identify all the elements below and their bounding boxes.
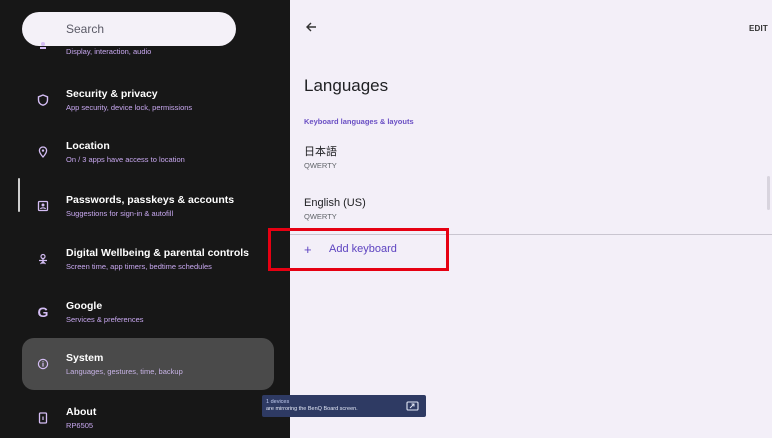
sidebar-item-subtitle: Services & preferences — [66, 314, 144, 324]
settings-sidebar: Search Display, interaction, audio Secur… — [0, 0, 290, 438]
sidebar-item-display-sub: Display, interaction, audio — [66, 47, 152, 56]
sidebar-item-subtitle: On / 3 apps have access to location — [66, 154, 185, 164]
keyboard-name: English (US) — [304, 197, 366, 209]
sidebar-item-subtitle: RP6505 — [66, 420, 94, 430]
wellbeing-icon — [33, 253, 53, 265]
toast-message: are mirroring the BenQ Board screen. — [266, 406, 358, 412]
sidebar-item-title: Passwords, passkeys & accounts — [66, 193, 235, 206]
sidebar-scrollbar[interactable] — [18, 178, 20, 212]
keyboard-layout: QWERTY — [304, 212, 337, 221]
keyboard-item-english-us[interactable]: English (US) QWERTY — [304, 196, 366, 221]
sidebar-item-digital-wellbeing[interactable]: Digital Wellbeing & parental controls Sc… — [22, 233, 274, 285]
sidebar-item-subtitle: Screen time, app timers, bedtime schedul… — [66, 261, 212, 271]
sidebar-item-title: Location — [66, 139, 110, 152]
keyboard-layout: QWERTY — [304, 161, 337, 170]
account-box-icon — [33, 200, 53, 212]
edit-button[interactable]: EDIT — [749, 24, 768, 33]
sidebar-item-title: Google — [66, 299, 103, 312]
languages-panel: EDIT Languages Keyboard languages & layo… — [290, 0, 772, 438]
shield-icon — [33, 94, 53, 106]
mirroring-toast: 1 devices are mirroring the BenQ Board s… — [262, 395, 426, 417]
sidebar-item-subtitle: Languages, gestures, time, backup — [66, 366, 183, 376]
page-title: Languages — [304, 76, 389, 95]
content-scrollbar[interactable] — [767, 176, 770, 210]
sidebar-item-location[interactable]: Location On / 3 apps have access to loca… — [22, 126, 274, 178]
sidebar-item-title: Digital Wellbeing & parental controls — [66, 246, 249, 259]
toast-device-count: 1 devices — [266, 399, 290, 405]
location-pin-icon — [33, 146, 53, 158]
sidebar-item-security[interactable]: Security & privacy App security, device … — [22, 74, 274, 126]
info-icon — [33, 358, 53, 370]
back-arrow-icon[interactable] — [304, 20, 322, 38]
sidebar-item-subtitle: Suggestions for sign-in & autofill — [66, 208, 174, 218]
sidebar-item-title: Security & privacy — [66, 87, 158, 100]
search-bar[interactable]: Search — [22, 12, 236, 46]
sidebar-item-title: About — [66, 405, 97, 418]
highlight-box — [268, 228, 449, 271]
sidebar-item-about[interactable]: About RP6505 — [22, 392, 274, 438]
sidebar-item-passwords-accounts[interactable]: Passwords, passkeys & accounts Suggestio… — [22, 180, 274, 232]
display-icon — [38, 40, 48, 50]
sidebar-item-title: System — [66, 351, 104, 364]
sidebar-item-google[interactable]: G Google Services & preferences — [22, 286, 274, 338]
device-icon — [33, 412, 53, 424]
google-icon: G — [37, 304, 49, 320]
section-label: Keyboard languages & layouts — [304, 117, 414, 126]
keyboard-item-japanese[interactable]: 日本語 QWERTY — [304, 145, 337, 170]
keyboard-name: 日本語 — [304, 146, 337, 158]
sidebar-item-subtitle: App security, device lock, permissions — [66, 102, 193, 112]
screen-mirror-icon[interactable] — [406, 399, 419, 411]
sidebar-item-system[interactable]: System Languages, gestures, time, backup — [22, 338, 274, 390]
search-placeholder: Search — [66, 22, 105, 36]
